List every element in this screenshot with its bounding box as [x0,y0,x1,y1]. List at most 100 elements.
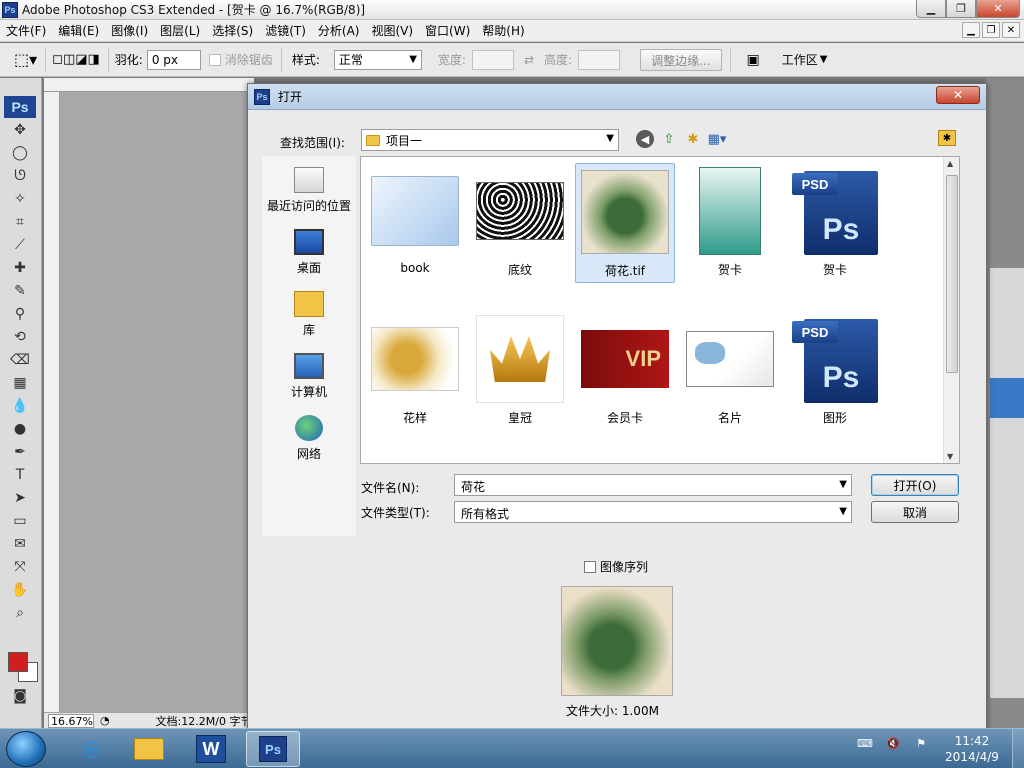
word-taskbar-button[interactable]: W [184,731,238,767]
file-item[interactable]: VIP 会员卡 [575,311,675,431]
maximize-icon[interactable]: ❐ [946,0,976,18]
file-list-scrollbar[interactable]: ▲ ▼ [943,157,959,463]
menu-select[interactable]: 选择(S) [206,22,259,39]
scroll-down-icon[interactable]: ▼ [947,452,953,461]
menu-edit[interactable]: 编辑(E) [52,22,105,39]
antialias-checkbox[interactable]: 消除锯齿 [208,51,273,68]
bridge-icon[interactable]: ▣ [747,52,760,68]
slice-icon[interactable]: ⟋ [4,234,36,256]
place-computer[interactable]: 计算机 [262,342,356,404]
ps-logo-icon[interactable]: Ps [4,96,36,118]
menu-analysis[interactable]: 分析(A) [312,22,366,39]
blur-icon[interactable]: 💧 [4,395,36,417]
rectangle-shape-icon[interactable]: ▭ [4,510,36,532]
refine-edge-button[interactable]: 调整边缘... [640,48,722,71]
crown-icon [490,336,550,382]
quick-mask-icon[interactable]: ◙ [4,685,36,707]
marquee-tool-preset-icon[interactable]: ⬚▾ [14,50,37,69]
file-item[interactable]: 皇冠 [470,311,570,431]
start-button[interactable] [6,731,46,767]
height-input[interactable] [578,49,621,70]
clock[interactable]: 11:42 2014/4/9 [942,733,1002,765]
doc-close-icon[interactable]: ✕ [1002,22,1020,38]
scrollbar-thumb[interactable] [946,175,958,373]
dialog-close-icon[interactable]: ✕ [936,86,980,104]
type-icon[interactable]: T [4,464,36,486]
file-item[interactable]: 名片 [680,311,780,431]
file-item[interactable]: Ps PSD 贺卡 [785,163,885,283]
place-recent[interactable]: 最近访问的位置 [262,156,356,218]
status-menu-icon[interactable]: ◔ [100,714,110,727]
gradient-icon[interactable]: ▦ [4,372,36,394]
back-icon[interactable]: ◀ [636,130,654,148]
menu-help[interactable]: 帮助(H) [476,22,530,39]
workspace-menu[interactable]: 工作区 [782,51,818,68]
antialias-checkbox-box[interactable] [208,53,221,66]
show-desktop-button[interactable] [1012,729,1024,768]
file-item[interactable]: book [365,163,465,283]
menu-layer[interactable]: 图层(L) [154,22,206,39]
foreground-color-swatch[interactable] [8,652,28,672]
crop-icon[interactable]: ⌗ [4,211,36,233]
file-item[interactable]: Ps PSD 图形 [785,311,885,431]
new-folder-icon[interactable]: ✱ [684,130,702,148]
look-in-dropdown[interactable]: 项目一 ▼ [361,129,619,151]
swap-dimensions-icon[interactable]: ⇄ [524,53,534,67]
file-item[interactable]: 贺卡 [680,163,780,283]
up-folder-icon[interactable]: ⇧ [660,130,678,148]
cancel-button[interactable]: 取消 [871,501,959,523]
minimize-icon[interactable]: ▁ [916,0,946,18]
document-canvas[interactable] [60,92,248,712]
doc-restore-icon[interactable]: ❐ [982,22,1000,38]
lasso-icon[interactable]: ᘎ [4,165,36,187]
filename-input[interactable]: 荷花 ▼ [454,474,852,496]
ellipse-marquee-icon[interactable]: ◯ [4,142,36,164]
eyedropper-icon[interactable]: ⤧ [4,556,36,578]
notes-icon[interactable]: ✉ [4,533,36,555]
file-item[interactable]: 花样 [365,311,465,431]
magic-wand-icon[interactable]: ✧ [4,188,36,210]
internet-explorer-icon[interactable]: ⓔ [64,731,118,767]
feather-input[interactable]: 0 px [146,49,201,70]
open-button[interactable]: 打开(O) [871,474,959,496]
menu-window[interactable]: 窗口(W) [419,22,476,39]
path-select-icon[interactable]: ➤ [4,487,36,509]
eraser-icon[interactable]: ⌫ [4,349,36,371]
flag-icon[interactable]: ⚑ [912,735,930,751]
style-select[interactable]: 正常 ▼ [333,49,422,70]
volume-muted-icon[interactable]: 🔇 [884,735,902,751]
healing-brush-icon[interactable]: ✚ [4,257,36,279]
place-library[interactable]: 库 [262,280,356,342]
filetype-select[interactable]: 所有格式 ▼ [454,501,852,523]
bookmark-folder-icon[interactable]: ✱ [938,130,956,146]
keyboard-icon[interactable]: ⌨ [856,735,874,751]
file-explorer-icon[interactable] [122,731,176,767]
menu-file[interactable]: 文件(F) [0,22,52,39]
menu-filter[interactable]: 滤镜(T) [259,22,312,39]
hand-icon[interactable]: ✋ [4,579,36,601]
file-item-selected[interactable]: 荷花.tif [575,163,675,283]
image-sequence-checkbox[interactable] [584,560,596,573]
zoom-level-field[interactable]: 16.67% [48,713,94,728]
place-desktop[interactable]: 桌面 [262,218,356,280]
close-icon[interactable]: ✕ [976,0,1020,18]
image-sequence-option[interactable]: 图像序列 [584,558,648,575]
look-in-label: 查找范围(I): [280,136,345,150]
history-brush-icon[interactable]: ⟲ [4,326,36,348]
pen-icon[interactable]: ✒ [4,441,36,463]
brush-icon[interactable]: ✎ [4,280,36,302]
move-tool-icon[interactable]: ✥ [4,119,36,141]
menu-view[interactable]: 视图(V) [365,22,419,39]
photoshop-taskbar-button[interactable]: Ps [246,731,300,767]
stamp-icon[interactable]: ⚲ [4,303,36,325]
file-item[interactable]: 底纹 [470,163,570,283]
place-network[interactable]: 网络 [262,404,356,466]
width-input[interactable] [471,49,514,70]
dodge-icon[interactable]: ● [4,418,36,440]
view-menu-icon[interactable]: ▦▾ [708,130,727,148]
zoom-icon[interactable]: ⌕ [4,602,36,624]
selection-mode-icons[interactable]: ◻◫◪◨ [52,52,100,67]
doc-minimize-icon[interactable]: ▁ [962,22,980,38]
scroll-up-icon[interactable]: ▲ [947,159,953,168]
menu-image[interactable]: 图像(I) [105,22,154,39]
